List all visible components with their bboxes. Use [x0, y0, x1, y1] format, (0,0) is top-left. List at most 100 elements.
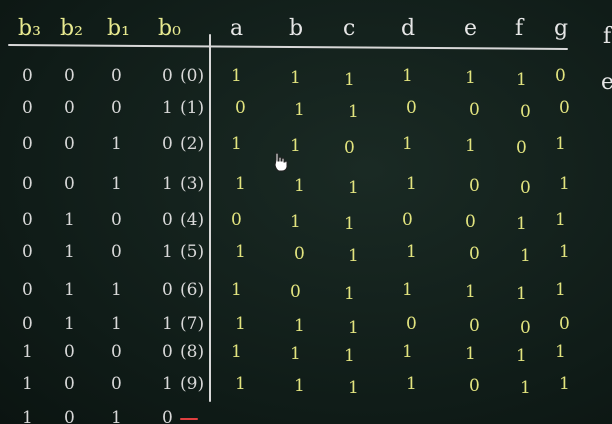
input-cell: 0 — [22, 66, 33, 86]
output-cell: 1 — [348, 378, 359, 398]
output-cell: 1 — [290, 136, 301, 156]
row-index: (9) — [180, 374, 205, 394]
output-cell: 0 — [520, 318, 531, 338]
input-cell: 0 — [64, 134, 75, 154]
column-header-e: e — [464, 16, 478, 41]
output-cell: 1 — [235, 174, 246, 194]
output-cell: 0 — [516, 138, 527, 158]
output-cell: 1 — [348, 102, 359, 122]
output-cell: 1 — [465, 68, 476, 88]
output-cell: 0 — [469, 176, 480, 196]
input-cell: 0 — [64, 342, 75, 362]
input-cell: 1 — [162, 314, 173, 334]
input-cell: 0 — [22, 280, 33, 300]
output-cell: 1 — [555, 280, 566, 300]
output-cell: 1 — [344, 284, 355, 304]
output-cell: 1 — [231, 280, 242, 300]
output-cell: 0 — [235, 98, 246, 118]
column-header-b3: b₃ — [18, 16, 41, 41]
input-cell: 1 — [111, 134, 122, 154]
header-underline — [7, 44, 569, 50]
output-cell: 1 — [294, 176, 305, 196]
input-cell: 0 — [64, 66, 75, 86]
output-cell: 1 — [294, 316, 305, 336]
output-cell: 1 — [290, 344, 301, 364]
input-cell: 1 — [22, 342, 33, 362]
column-header-b: b — [289, 16, 304, 41]
output-cell: 0 — [406, 314, 417, 334]
input-cell: 0 — [111, 210, 122, 230]
output-cell: 1 — [465, 282, 476, 302]
output-cell: 1 — [520, 378, 531, 398]
column-header-a: a — [230, 16, 244, 41]
output-cell: 1 — [290, 212, 301, 232]
output-cell: 0 — [559, 314, 570, 334]
output-cell: 1 — [516, 284, 527, 304]
output-cell: 1 — [516, 214, 527, 234]
row-index: (2) — [180, 134, 205, 154]
input-cell: 1 — [162, 242, 173, 262]
output-cell: 1 — [520, 246, 531, 266]
input-cell: 0 — [162, 66, 173, 86]
output-cell: 0 — [559, 98, 570, 118]
input-cell: 0 — [162, 134, 173, 154]
input-cell: 1 — [64, 242, 75, 262]
row-index: (7) — [180, 314, 205, 334]
output-cell: 0 — [555, 66, 566, 86]
mouse-cursor-icon — [274, 152, 288, 172]
output-cell: 1 — [294, 100, 305, 120]
column-header-c: c — [343, 16, 356, 41]
output-cell: 1 — [555, 134, 566, 154]
output-cell: 0 — [469, 316, 480, 336]
output-cell: 0 — [294, 244, 305, 264]
input-cell: 0 — [162, 280, 173, 300]
row-index: (8) — [180, 342, 205, 362]
input-cell: 0 — [22, 210, 33, 230]
input-cell: 1 — [111, 408, 122, 424]
input-cell: 1 — [162, 374, 173, 394]
input-cell: 0 — [162, 408, 173, 424]
input-cell: 0 — [162, 210, 173, 230]
edge-header-e: e — [601, 70, 612, 95]
input-cell: 1 — [64, 280, 75, 300]
table-divider-line — [209, 34, 211, 402]
output-cell: 1 — [348, 246, 359, 266]
input-cell: 1 — [64, 210, 75, 230]
pointer-line — [180, 418, 198, 420]
row-index: (0) — [180, 66, 205, 86]
output-cell: 1 — [231, 66, 242, 86]
output-cell: 1 — [465, 136, 476, 156]
input-cell: 1 — [162, 174, 173, 194]
output-cell: 1 — [235, 242, 246, 262]
row-index: (1) — [180, 98, 205, 118]
output-cell: 1 — [231, 134, 242, 154]
output-cell: 1 — [559, 174, 570, 194]
input-cell: 1 — [111, 174, 122, 194]
input-cell: 1 — [64, 314, 75, 334]
output-cell: 1 — [559, 374, 570, 394]
output-cell: 1 — [406, 174, 417, 194]
output-cell: 1 — [294, 376, 305, 396]
output-cell: 1 — [344, 214, 355, 234]
column-header-b1: b₁ — [107, 16, 130, 41]
input-cell: 1 — [22, 374, 33, 394]
output-cell: 0 — [469, 244, 480, 264]
input-cell: 1 — [111, 314, 122, 334]
output-cell: 0 — [469, 376, 480, 396]
input-cell: 1 — [162, 98, 173, 118]
input-cell: 0 — [22, 242, 33, 262]
output-cell: 1 — [516, 70, 527, 90]
output-cell: 1 — [555, 342, 566, 362]
input-cell: 0 — [111, 374, 122, 394]
output-cell: 0 — [520, 178, 531, 198]
output-cell: 1 — [402, 342, 413, 362]
output-cell: 1 — [235, 314, 246, 334]
output-cell: 1 — [559, 242, 570, 262]
output-cell: 1 — [465, 344, 476, 364]
input-cell: 0 — [64, 98, 75, 118]
input-cell: 0 — [64, 174, 75, 194]
input-cell: 0 — [111, 242, 122, 262]
edge-header-f: f — [603, 24, 612, 49]
output-cell: 0 — [469, 100, 480, 120]
column-header-g: g — [554, 16, 569, 41]
